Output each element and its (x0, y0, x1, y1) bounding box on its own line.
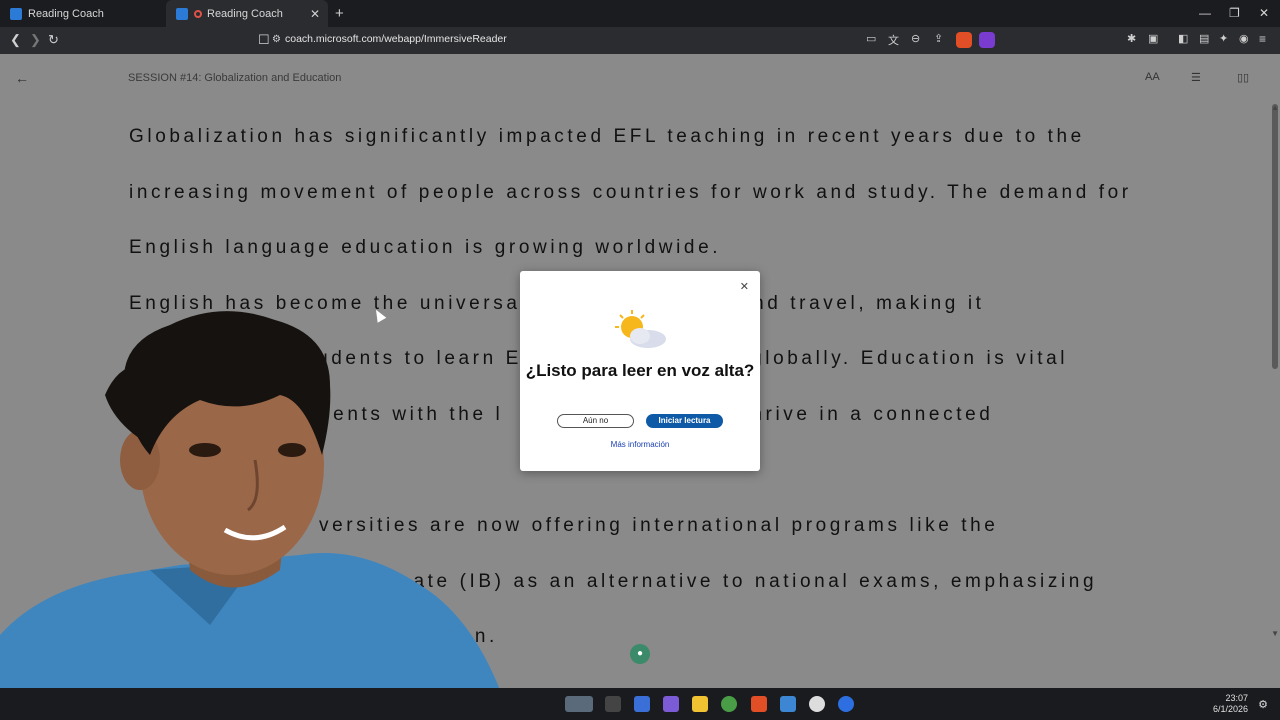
extensions-icon[interactable]: ✱ (1127, 32, 1136, 45)
tab-label: Reading Coach (28, 7, 104, 20)
text-preferences-icon[interactable]: AA (1145, 71, 1160, 83)
start-reading-button[interactable]: Iniciar lectura (646, 414, 723, 428)
zoom-app-icon[interactable] (838, 696, 854, 712)
scrollbar-thumb[interactable] (1272, 104, 1278, 369)
more-info-link[interactable]: Más información (520, 440, 760, 449)
forward-icon[interactable]: ❯ (30, 32, 41, 48)
widgets-icon[interactable] (565, 696, 593, 712)
menu-icon[interactable]: ≡ (1259, 32, 1266, 46)
vpn-icon[interactable]: ◉ (1239, 32, 1249, 45)
brave-shields-icon[interactable] (956, 32, 972, 48)
close-tab-icon[interactable]: ✕ (310, 7, 320, 21)
restore-icon[interactable]: ❐ (1229, 6, 1240, 20)
reading-coach-favicon-icon (176, 7, 188, 20)
task-view-icon[interactable] (605, 696, 621, 712)
paragraph-1: Globalization has significantly impacted… (129, 126, 1132, 258)
tab-reading-coach-1[interactable]: Reading Coach (0, 0, 166, 27)
microphone-button[interactable]: ● (630, 644, 650, 664)
session-title: SESSION #14: Globalization and Education (128, 72, 342, 84)
webcam-overlay-person (0, 311, 500, 690)
taskbar: 23:07 6/1/2026 ⚙ (0, 688, 1280, 720)
close-icon[interactable]: ✕ (740, 280, 749, 293)
browser-toolbar: ❮ ❯ ↻ ☐ ⚙ coach.microsoft.com/webapp/Imm… (0, 27, 1280, 54)
camera-icon[interactable] (809, 696, 825, 712)
back-icon[interactable]: ❮ (10, 32, 21, 48)
address-bar[interactable]: coach.microsoft.com/webapp/ImmersiveRead… (285, 33, 507, 45)
dialog-title: ¿Listo para leer en voz alta? (525, 361, 755, 380)
reading-list-icon[interactable]: ▤ (1199, 32, 1209, 45)
tab-reading-coach-2[interactable]: Reading Coach ✕ (166, 0, 328, 27)
reload-icon[interactable]: ↻ (48, 32, 59, 48)
not-now-button[interactable]: Aún no (557, 414, 634, 428)
scroll-up-icon[interactable]: ▲ (1271, 103, 1279, 112)
store-icon[interactable] (634, 696, 650, 712)
sidebar-icon[interactable]: ◧ (1178, 32, 1188, 45)
site-info-icon[interactable]: ⚙ (272, 34, 281, 45)
brave-rewards-icon[interactable] (979, 32, 995, 48)
wallet-icon[interactable]: ▣ (1148, 32, 1158, 45)
recording-icon (194, 9, 202, 18)
scroll-down-icon[interactable]: ▼ (1271, 629, 1279, 638)
read-aloud-dialog: ✕ ¿Listo para leer en voz alta? Aún no I… (520, 271, 760, 471)
reading-preferences-icon[interactable]: ▯▯ (1237, 71, 1249, 84)
microphone-icon: ● (636, 648, 644, 659)
reading-coach-favicon-icon (10, 7, 22, 20)
chrome-icon[interactable] (721, 696, 737, 712)
minimize-icon[interactable]: — (1199, 6, 1211, 20)
close-window-icon[interactable]: ✕ (1259, 6, 1269, 20)
new-tab-button[interactable]: + (335, 5, 344, 22)
settings-icon[interactable]: ⚙ (1258, 698, 1268, 711)
brave-icon[interactable] (751, 696, 767, 712)
leo-ai-icon[interactable]: ✦ (1219, 32, 1228, 45)
system-clock[interactable]: 23:07 6/1/2026 (1213, 693, 1248, 715)
tab-label: Reading Coach (207, 7, 283, 20)
grammar-options-icon[interactable]: ☰ (1191, 71, 1201, 84)
notepad-icon[interactable] (780, 696, 796, 712)
zoom-icon[interactable]: ⊖ (911, 32, 920, 45)
cast-icon[interactable]: ▭ (866, 32, 876, 45)
tab-strip: Reading Coach Reading Coach ✕ + — ❐ ✕ (0, 0, 1280, 27)
bookmark-icon[interactable]: ☐ (258, 32, 270, 48)
translate-icon[interactable]: 文 (888, 32, 899, 48)
share-icon[interactable]: ⇪ (934, 32, 943, 45)
sun-cloud-icon (615, 310, 666, 348)
copilot-icon[interactable] (663, 696, 679, 712)
back-arrow-icon[interactable]: ← (15, 70, 29, 86)
file-explorer-icon[interactable] (692, 696, 708, 712)
